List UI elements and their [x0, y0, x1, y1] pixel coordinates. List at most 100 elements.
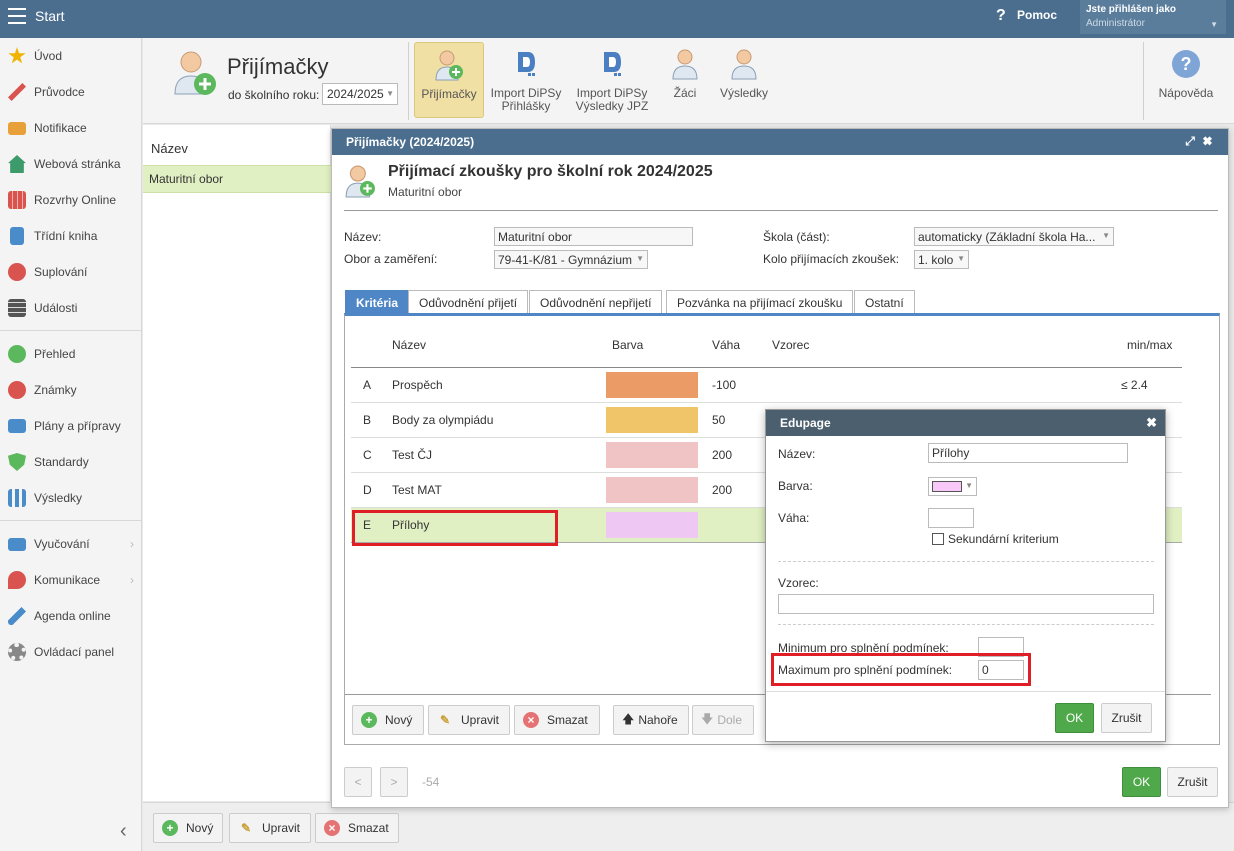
sidebar-item-label: Komunikace: [34, 573, 101, 587]
prev-button[interactable]: <: [344, 767, 372, 797]
sidebar-item-label: Události: [34, 301, 78, 315]
window-heading: Přijímací zkoušky pro školní rok 2024/20…: [388, 163, 713, 180]
chevron-down-icon: ▼: [636, 254, 644, 263]
school-value: automaticky (Základní škola Ha...: [918, 230, 1096, 244]
toolbar-button-napoveda[interactable]: ? Nápověda: [1153, 42, 1219, 118]
name-input[interactable]: Přílohy: [928, 443, 1128, 463]
toolbar-button-label: Výsledky: [719, 86, 769, 100]
toolbar-button-vysledky[interactable]: Výsledky: [717, 42, 771, 118]
column-header-formula[interactable]: Vzorec: [772, 338, 809, 352]
envelope-icon: [8, 121, 26, 135]
sidebar-divider: [0, 330, 142, 331]
list-item[interactable]: Maturitní obor: [143, 165, 331, 193]
user-menu[interactable]: Jste přihlášen jako Administrátor ▼: [1080, 0, 1226, 34]
chevron-right-icon: ›: [130, 537, 134, 551]
column-header-weight[interactable]: Váha: [712, 338, 740, 352]
gear-icon: [8, 643, 26, 661]
column-header-minmax[interactable]: min/max: [1127, 338, 1172, 352]
year-select[interactable]: 2024/2025 ▼: [322, 83, 398, 105]
divider: [344, 210, 1218, 211]
formula-input[interactable]: [778, 594, 1154, 614]
table-row[interactable]: A Prospěch -100 ≤ 2.4: [351, 368, 1182, 402]
help-icon[interactable]: ?: [996, 7, 1006, 25]
criteria-delete-button[interactable]: × Smazat: [514, 705, 600, 735]
svg-text:?: ?: [1181, 54, 1192, 74]
toolbar-button-zaci[interactable]: Žáci: [663, 42, 707, 118]
sidebar-item-udalosti[interactable]: Události: [0, 294, 142, 322]
new-label: Nový: [186, 821, 214, 835]
collapse-sidebar-icon[interactable]: ‹: [120, 820, 127, 843]
color-swatch: [932, 481, 962, 492]
chevron-down-icon: ▼: [1102, 231, 1110, 240]
dialog-ok-button[interactable]: OK: [1055, 703, 1094, 733]
color-swatch: [606, 372, 698, 398]
weight-input[interactable]: [928, 508, 974, 528]
dialog-cancel-button[interactable]: Zrušit: [1101, 703, 1152, 733]
weight-label: Váha:: [778, 511, 810, 525]
round-select[interactable]: 1. kolo ▼: [914, 250, 969, 269]
sidebar-item-rozvrhy-online[interactable]: Rozvrhy Online: [0, 186, 142, 214]
tab-kriteria[interactable]: Kritéria: [345, 290, 410, 314]
name-label: Název:: [778, 447, 816, 461]
sidebar-item-tridni-kniha[interactable]: Třídní kniha: [0, 222, 142, 250]
sidebar-item-plany-a-pripravy[interactable]: Plány a přípravy: [0, 412, 142, 440]
pencil-icon: ✎: [240, 821, 252, 835]
sidebar-item-standardy[interactable]: Standardy: [0, 448, 142, 476]
sidebar-item-ovladaci-panel[interactable]: Ovládací panel: [0, 638, 142, 666]
toolbar-button-label: Přijímačky: [421, 87, 477, 101]
tab-oduvodneni-prijeti[interactable]: Odůvodnění přijetí: [408, 290, 529, 314]
name-field[interactable]: Maturitní obor: [494, 227, 693, 246]
program-value: 79-41-K/81 - Gymnázium: [498, 253, 633, 267]
arrow-down-icon: 🡇: [701, 711, 714, 726]
sidebar-item-vyucovani[interactable]: Vyučování ›: [0, 530, 142, 558]
edit-label: Upravit: [461, 713, 500, 727]
new-button[interactable]: + Nový: [153, 813, 223, 843]
delete-button[interactable]: × Smazat: [315, 813, 399, 843]
sidebar-item-prehled[interactable]: Přehled: [0, 340, 142, 368]
move-down-button[interactable]: 🡇 Dole: [692, 705, 754, 735]
dialog-title: Edupage: [780, 416, 831, 430]
maximize-icon[interactable]: ⤢: [1185, 134, 1203, 148]
row-weight: 200: [712, 448, 733, 462]
shield-icon: [8, 453, 26, 471]
toolbar-button-prijimacky[interactable]: Přijímačky: [414, 42, 484, 118]
close-icon[interactable]: ✖: [1146, 415, 1157, 431]
menu-icon[interactable]: [8, 8, 26, 24]
toolbar-button-import-prihlasky[interactable]: Import DiPSy Přihlášky: [488, 42, 564, 118]
admissions-icon: [435, 50, 463, 81]
edit-button[interactable]: ✎ Upravit: [229, 813, 311, 843]
toolbar-button-import-vysledky[interactable]: Import DiPSy Výsledky JPZ: [573, 42, 651, 118]
criteria-new-button[interactable]: + Nový: [352, 705, 424, 735]
close-icon[interactable]: ✖: [1203, 134, 1220, 148]
admissions-icon: [174, 51, 216, 95]
move-up-button[interactable]: 🡅 Nahoře: [613, 705, 689, 735]
tab-oduvodneni-neprijeti[interactable]: Odůvodnění nepřijetí: [529, 290, 663, 314]
sidebar-item-uvod[interactable]: Úvod: [0, 42, 142, 70]
sidebar-item-komunikace[interactable]: Komunikace ›: [0, 566, 142, 594]
column-header-color[interactable]: Barva: [612, 338, 643, 352]
secondary-checkbox[interactable]: [932, 533, 944, 545]
sidebar-item-webova-stranka[interactable]: Webová stránka: [0, 150, 142, 178]
program-select[interactable]: 79-41-K/81 - Gymnázium ▼: [494, 250, 648, 269]
tab-pozvanka[interactable]: Pozvánka na přijímací zkoušku: [666, 290, 854, 314]
school-label: Škola (část):: [763, 230, 830, 244]
sidebar-item-agenda-online[interactable]: Agenda online: [0, 602, 142, 630]
ok-button[interactable]: OK: [1122, 767, 1161, 797]
tab-ostatni[interactable]: Ostatní: [854, 290, 915, 314]
column-header-name[interactable]: Název: [392, 338, 426, 352]
start-link[interactable]: Start: [35, 8, 65, 24]
color-label: Barva:: [778, 479, 813, 493]
year-label: do školního roku:: [228, 88, 320, 102]
help-link[interactable]: Pomoc: [1017, 8, 1057, 22]
school-select[interactable]: automaticky (Základní škola Ha... ▼: [914, 227, 1114, 246]
criteria-edit-button[interactable]: ✎ Upravit: [428, 705, 510, 735]
chevron-down-icon: ▼: [957, 254, 965, 263]
sidebar-item-znamky[interactable]: Známky: [0, 376, 142, 404]
cancel-button[interactable]: Zrušit: [1167, 767, 1218, 797]
sidebar-item-pruvodce[interactable]: Průvodce: [0, 78, 142, 106]
next-button[interactable]: >: [380, 767, 408, 797]
sidebar-item-vysledky[interactable]: Výsledky: [0, 484, 142, 512]
color-picker[interactable]: ▼: [928, 477, 977, 496]
sidebar-item-suplovani[interactable]: Suplování: [0, 258, 142, 286]
sidebar-item-notifikace[interactable]: Notifikace: [0, 114, 142, 142]
